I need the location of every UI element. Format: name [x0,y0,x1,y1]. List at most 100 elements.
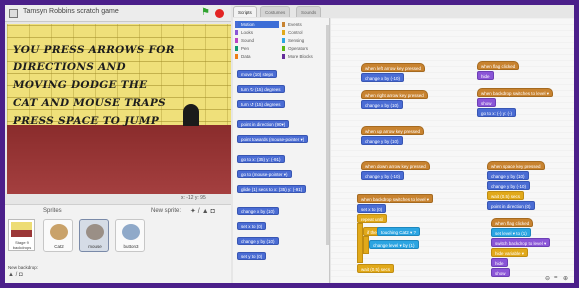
sprites-label: Sprites [43,208,62,214]
sprite-label: Cat2 [54,244,64,249]
when-backdrop-switches-block[interactable]: when backdrop switches to level ▾ [477,88,554,97]
repeat-until-block[interactable]: repeat until [357,214,388,223]
zoom-out-icon[interactable]: ⊖ [545,275,550,282]
sprites-pane: Sprites New sprite: ✦ / ▲ ◘ Stage 9 back… [5,204,231,283]
category-data[interactable]: Data [235,53,279,60]
sprite-tile-cat2[interactable]: Cat2 [43,219,73,252]
stage-text-line: MOVING DODGE THE [13,79,148,91]
touching-block[interactable]: touching Cat2 ▾ ? [377,227,421,236]
stage-canvas[interactable]: YOU PRESS ARROWS FOR DIRECTIONS AND MOVI… [7,24,231,194]
hide-block[interactable]: hide [477,71,494,80]
stage-text-line: CAT AND MOUSE TRAPS [13,97,166,109]
category-label: Looks [241,30,254,35]
tab-scripts[interactable]: Scripts [233,6,257,17]
palette-block[interactable]: set x to (0) [237,222,267,230]
tab-costumes[interactable]: Costumes [260,6,291,17]
category-motion[interactable]: Motion [235,21,279,28]
palette-block[interactable]: go to (mouse-pointer ▾) [237,170,292,178]
category-looks[interactable]: Looks [235,29,279,36]
when-key-pressed-block[interactable]: when right arrow key pressed [361,90,428,99]
new-backdrop-icons[interactable]: ▲ / ◘ [8,272,23,278]
category-control[interactable]: Control [282,29,326,36]
hide-block[interactable]: hide [491,258,508,267]
category-label: Operators [288,46,309,51]
project-title[interactable]: Tamsyn Robbins scratch game [23,8,119,15]
category-sound[interactable]: Sound [235,37,279,44]
palette-block[interactable]: turn ↻ (15) degrees [237,85,285,93]
palette-block[interactable]: change y by (10) [237,237,279,245]
set-x-block[interactable]: set x to (0) [357,204,387,213]
sprite-image [50,224,68,240]
sprite-label: mouse [88,244,102,249]
palette-block[interactable]: change x by (10) [237,207,279,215]
set-variable-block[interactable]: set level ▾ to (1) [491,228,531,237]
category-more-blocks[interactable]: More Blocks [282,53,326,60]
sprite-tile-button3[interactable]: button3 [115,219,145,252]
category-swatch [282,30,285,35]
category-label: Events [288,22,302,27]
when-backdrop-switches-block[interactable]: when backdrop switches to level ▾ [357,194,434,203]
category-swatch [282,46,285,51]
category-label: Sound [241,38,255,43]
new-sprite-icons[interactable]: ✦ / ▲ ◘ [190,207,215,215]
zoom-reset-icon[interactable]: = [554,275,558,281]
category-swatch [282,38,285,43]
zoom-in-icon[interactable]: ⊕ [563,275,568,282]
mouse-hole [183,104,199,126]
new-sprite-label: New sprite: [151,208,182,214]
palette-block[interactable]: move (10) steps [237,70,278,78]
change-variable-block[interactable]: change level ▾ by (1) [369,240,419,249]
palette-scrollbar[interactable] [326,25,329,245]
category-pen[interactable]: Pen [235,45,279,52]
when-key-pressed-block[interactable]: when left arrow key pressed [361,63,426,72]
when-flag-clicked-block[interactable]: when flag clicked [491,218,534,227]
change-y-block[interactable]: change y by (10) [361,136,403,145]
change-y-block[interactable]: change y by (-10) [487,181,531,190]
tab-sounds[interactable]: Sounds [296,6,322,17]
palette-block[interactable]: glide (1) secs to x: (35) y: (-91) [237,185,307,193]
wait-block[interactable]: wait (0.5) secs [487,191,525,200]
palette-block[interactable]: go to x: (35) y: (-91) [237,155,285,163]
stop-icon[interactable] [215,9,224,18]
palette-block[interactable]: point towards (mouse-pointer ▾) [237,135,309,143]
category-swatch [235,22,238,27]
palette-block[interactable]: turn ↺ (15) degrees [237,100,285,108]
category-label: Motion [241,22,255,27]
sprite-label: button3 [123,244,139,249]
editor-tabs: Scripts Costumes Sounds [233,6,333,18]
blocks-palette: Motion Events Looks Control Sound Sensing Pen O… [233,18,330,283]
when-key-pressed-block[interactable]: when down arrow key pressed [361,161,430,170]
block-categories: Motion Events Looks Control Sound Sensing Pen O… [235,21,328,64]
stage-coordinates: x: -12 y: 95 [181,195,206,201]
scripts-area[interactable]: ? when left arrow key pressedchange x by… [331,18,574,283]
category-sensing[interactable]: Sensing [282,37,326,44]
switch-backdrop-block[interactable]: switch backdrop to level ▾ [491,238,551,247]
palette-block[interactable]: point in direction (90▾) [237,120,290,128]
category-label: Data [241,54,251,59]
show-block[interactable]: show [477,98,496,107]
wait-block[interactable]: wait (0.5) secs [357,264,395,273]
category-label: Pen [241,46,250,51]
palette-block[interactable]: set y to (0) [237,252,267,260]
category-operators[interactable]: Operators [282,45,326,52]
category-events[interactable]: Events [282,21,326,28]
sprite-tile-mouse[interactable]: mouse [79,219,109,252]
go-to-xy-block[interactable]: go to x: (-) y: (-) [477,108,517,117]
hide-variable-block[interactable]: hide variable ▾ [491,248,529,257]
category-swatch [235,46,238,51]
scratch-editor: Tamsyn Robbins scratch game ⚑ YOU PRESS … [5,5,574,283]
when-key-pressed-block[interactable]: when up arrow key pressed [361,126,425,135]
show-block[interactable]: show [491,268,510,277]
change-y-block[interactable]: change y by (-10) [361,171,405,180]
stage-thumbnail[interactable]: Stage 9 backdrops [8,219,35,251]
change-x-block[interactable]: change x by (-10) [361,73,405,82]
point-in-direction-block[interactable]: point in direction (0) [487,201,535,210]
green-flag-icon[interactable]: ⚑ [201,8,210,18]
fullscreen-icon[interactable] [9,9,18,18]
when-space-pressed-block[interactable]: when space key pressed [487,161,545,170]
change-y-block[interactable]: change y by (10) [487,171,529,180]
category-swatch [235,54,238,59]
sprite-image [122,224,140,240]
when-flag-clicked-block[interactable]: when flag clicked [477,61,520,70]
change-x-block[interactable]: change x by (10) [361,100,403,109]
